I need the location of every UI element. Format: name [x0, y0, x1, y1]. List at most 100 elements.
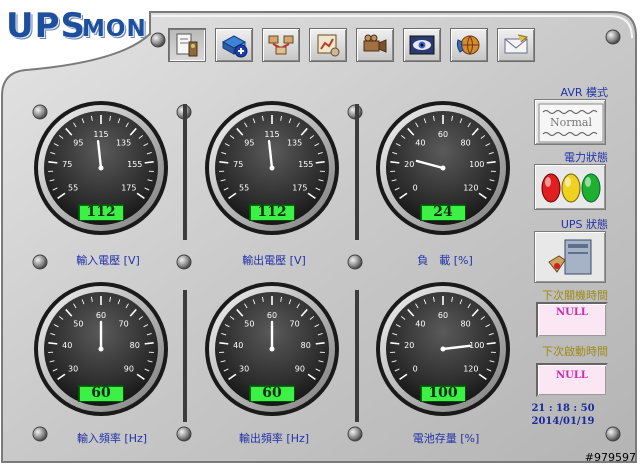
ups-device-icon [548, 239, 592, 275]
next-startup-value: NULL [536, 363, 608, 397]
gauge-tick [144, 342, 154, 345]
next-shutdown-value: NULL [536, 302, 608, 338]
gauge-tick-label: 0 [413, 365, 418, 374]
gauge-tick-label: 80 [461, 139, 471, 148]
gauge-tick-label: 30 [239, 365, 249, 374]
current-date: 2014/01/19 [531, 416, 595, 427]
avr-mode-panel: Normal [534, 99, 606, 145]
gauge-tick-label: 60 [267, 311, 277, 320]
gauge-tick [315, 342, 325, 345]
settings-document-icon [176, 33, 198, 57]
gauge-tick-label: 70 [119, 320, 129, 329]
gauge-tick-label: 40 [415, 139, 425, 148]
current-time: 21 : 18 : 50 [531, 403, 595, 414]
gauge-tick-label: 155 [127, 160, 142, 169]
gauge-readout: 24 [420, 204, 466, 221]
gauge-tick-label: 50 [244, 320, 254, 329]
gauge-tick-label: 30 [68, 365, 78, 374]
video-camera-icon [363, 34, 387, 53]
gauge-load: 0 20 40 60 80 100 120 24 [373, 98, 513, 238]
toolbar-button-globe[interactable] [450, 28, 488, 62]
toolbar-button-schedule[interactable] [309, 28, 347, 62]
gauge-tick-label: 90 [295, 365, 305, 374]
gauge-tick-label: 20 [404, 160, 414, 169]
gauge-tick-label: 95 [244, 139, 254, 148]
ups-status-panel [534, 231, 606, 283]
logo-text-mon: MON [82, 16, 147, 42]
gauge-readout: 112 [249, 204, 295, 221]
avr-status-text: Normal [549, 116, 592, 129]
gauge-tick-label: 100 [469, 341, 484, 350]
gauge-readout: 100 [420, 385, 466, 402]
gauge-tick-label: 60 [96, 311, 106, 320]
gauge-tick [486, 342, 496, 345]
gauge-tick [219, 342, 229, 345]
gauge-readout: 60 [249, 385, 295, 402]
watermark: #979597 [584, 451, 636, 464]
gauge-input-frequency: 30 40 50 60 70 80 90 60 [31, 279, 171, 419]
gauge-tick [144, 161, 154, 164]
toolbar-button-settings[interactable] [168, 28, 206, 62]
gauge-tick [390, 342, 400, 345]
divider [183, 290, 187, 422]
database-add-icon [221, 35, 248, 58]
gauge-tick-label: 90 [124, 365, 134, 374]
upsmon-window: UPS MON 55 75 95 115 135 155 175 112 輸入電… [0, 0, 640, 466]
upsmon-logo: UPS MON [6, 4, 146, 50]
gauge-label-input-voltage: 輸入電壓 [V] [76, 254, 140, 267]
next-shutdown-title: 下次關機時間 [542, 289, 608, 302]
gauge-label-input-frequency: 輸入頻率 [Hz] [76, 432, 148, 445]
gauge-readout: 112 [78, 204, 124, 221]
toolbar [168, 28, 544, 62]
toolbar-button-camera[interactable] [356, 28, 394, 62]
gauge-tick-label: 75 [233, 160, 243, 169]
gauge-tick-label: 75 [62, 160, 72, 169]
power-status-panel [534, 164, 606, 210]
gauge-label-battery-capacity: 電池存量 [%] [412, 432, 480, 445]
gauge-tick-label: 115 [93, 130, 108, 139]
gauge-hub [98, 165, 104, 171]
gauge-hub [269, 165, 275, 171]
logo-text-ups: UPS [6, 6, 87, 46]
toolbar-button-monitor[interactable] [403, 28, 441, 62]
gauge-tick-label: 175 [121, 184, 136, 193]
gauge-tick-label: 175 [292, 184, 307, 193]
gauge-tick-label: 40 [62, 341, 72, 350]
toolbar-button-database[interactable] [215, 28, 253, 62]
gauge-tick-label: 135 [287, 139, 302, 148]
network-computers-icon [268, 35, 294, 55]
screw-icon [150, 32, 166, 48]
gauge-hub [440, 346, 446, 352]
gauge-tick-label: 135 [116, 139, 131, 148]
gauge-label-load: 負 載 [%] [417, 254, 473, 267]
gauge-tick-label: 40 [415, 320, 425, 329]
ups-status-title: UPS 狀態 [560, 218, 608, 231]
next-startup-title: 下次啟動時間 [542, 345, 608, 358]
gauge-tick [315, 161, 325, 164]
gauge-hub [269, 346, 275, 352]
gauge-tick [486, 161, 496, 164]
gauge-output-voltage: 55 75 95 115 135 155 175 112 [202, 98, 342, 238]
divider [355, 104, 359, 240]
screw-icon [605, 426, 621, 442]
gauge-tick-label: 95 [73, 139, 83, 148]
toolbar-button-email[interactable] [497, 28, 535, 62]
yellow-light-icon [561, 173, 581, 203]
gauge-tick-label: 20 [404, 341, 414, 350]
toolbar-button-network[interactable] [262, 28, 300, 62]
divider [355, 290, 359, 422]
gauge-tick-label: 120 [463, 365, 478, 374]
divider [183, 104, 187, 240]
gauge-tick [219, 161, 229, 164]
green-light-icon [581, 173, 601, 203]
gauge-tick-label: 60 [438, 130, 448, 139]
gauge-tick-label: 55 [239, 184, 249, 193]
gauge-tick-label: 60 [438, 311, 448, 320]
gauge-tick-label: 55 [68, 184, 78, 193]
gauge-readout: 60 [78, 385, 124, 402]
schedule-chart-icon [317, 34, 340, 57]
eye-monitor-icon [409, 35, 435, 55]
gauge-tick-label: 115 [264, 130, 279, 139]
gauge-tick-label: 40 [233, 341, 243, 350]
gauge-tick-label: 120 [463, 184, 478, 193]
